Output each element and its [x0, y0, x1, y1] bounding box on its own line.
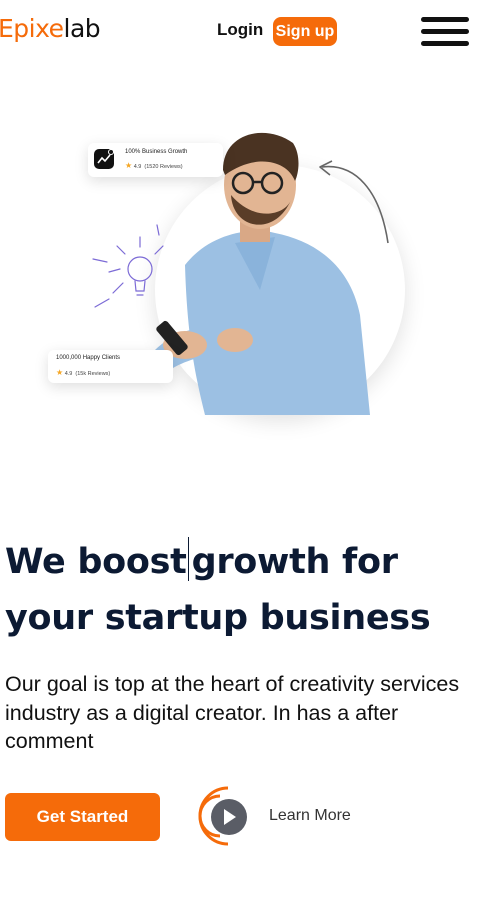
- play-video-button[interactable]: [198, 786, 258, 846]
- headline-part: We boost: [5, 542, 187, 582]
- business-growth-card: 100% Business Growth ★ 4.9 (1520 Reviews…: [88, 143, 223, 177]
- login-button[interactable]: Login: [217, 20, 263, 40]
- get-started-button[interactable]: Get Started: [5, 793, 160, 841]
- trend-chart-icon: [94, 149, 114, 169]
- learn-more-link[interactable]: Learn More: [269, 807, 351, 825]
- headline-part: your startup business: [5, 598, 431, 638]
- hero-description: Our goal is top at the heart of creativi…: [5, 672, 460, 753]
- brand-logo[interactable]: Epixelab: [0, 14, 101, 43]
- play-icon: [198, 786, 247, 846]
- logo-text-accent: Epixe: [0, 14, 64, 43]
- hero-illustration: 100% Business Growth ★ 4.9 (1520 Reviews…: [40, 105, 440, 445]
- star-icon: ★: [125, 161, 133, 170]
- hero-headline: We boost growth for your startup business: [5, 534, 475, 646]
- headline-part: growth for: [191, 542, 398, 582]
- happy-clients-card: 1000,000 Happy Clients ★ 4.9 (15k Review…: [48, 350, 173, 383]
- card-rating: ★ 4.9 (1520 Reviews): [125, 161, 183, 170]
- card-rating: ★ 4.9 (15k Reviews): [56, 368, 111, 377]
- logo-text-dark: lab: [63, 14, 101, 43]
- signup-button[interactable]: Sign up: [273, 17, 337, 46]
- text-cursor: [187, 537, 189, 581]
- top-nav-bar: Epixelab Login Sign up: [0, 0, 478, 64]
- star-icon: ★: [56, 368, 64, 377]
- card-title: 100% Business Growth: [125, 149, 188, 155]
- card-title: 1000,000 Happy Clients: [56, 355, 121, 361]
- menu-icon[interactable]: [420, 15, 470, 49]
